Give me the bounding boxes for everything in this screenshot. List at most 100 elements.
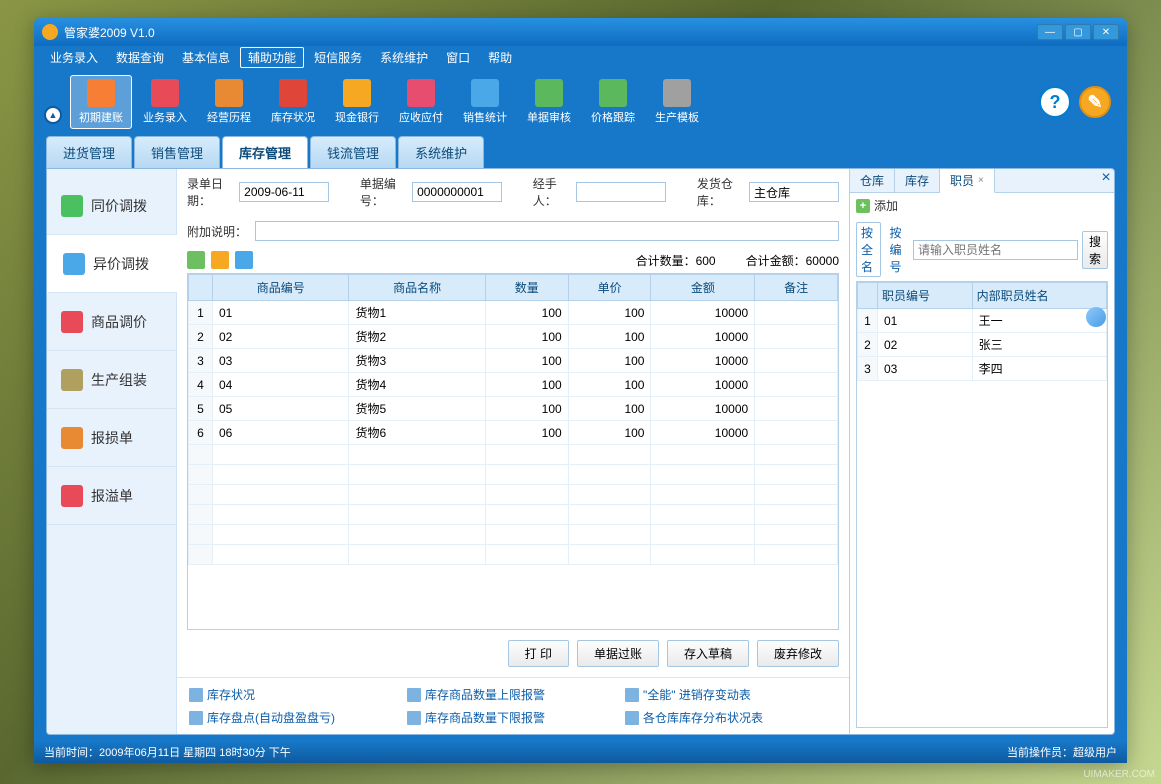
table-row-empty[interactable] (189, 505, 838, 525)
scroll-handle-icon[interactable] (1086, 307, 1106, 327)
search-by-code-link[interactable]: 按编号 (885, 223, 908, 276)
panel-tab-0[interactable]: 仓库 (850, 169, 895, 192)
toolbar-btn-2[interactable]: 经营历程 (198, 75, 260, 129)
action-btn-0[interactable]: 打 印 (508, 640, 569, 667)
column-header[interactable]: 内部职员姓名 (972, 283, 1106, 309)
toolbar-btn-0[interactable]: 初期建账 (70, 75, 132, 129)
menu-6[interactable]: 窗口 (438, 47, 478, 68)
main-tab-4[interactable]: 系统维护 (398, 136, 484, 168)
quick-link-5[interactable]: 各仓库库存分布状况表 (625, 709, 837, 726)
add-button[interactable]: + 添加 (856, 197, 898, 214)
menu-7[interactable]: 帮助 (480, 47, 520, 68)
main-grid[interactable]: 商品编号商品名称数量单价金额备注101货物110010010000202货物21… (187, 273, 839, 630)
sidebar-icon (61, 485, 83, 507)
action-btn-2[interactable]: 存入草稿 (667, 640, 749, 667)
table-row[interactable]: 303李四 (858, 357, 1107, 381)
table-row[interactable]: 202货物210010010000 (189, 325, 838, 349)
sidebar-item-5[interactable]: 报溢单 (47, 467, 176, 525)
quick-link-0[interactable]: 库存状况 (189, 686, 401, 703)
grid-tool-1-icon[interactable] (187, 251, 205, 269)
panel-grid[interactable]: 职员编号内部职员姓名101王一202张三303李四 (856, 281, 1108, 728)
search-button[interactable]: 搜索 (1082, 231, 1108, 269)
menu-4[interactable]: 短信服务 (306, 47, 370, 68)
sidebar-item-2[interactable]: 商品调价 (47, 293, 176, 351)
action-btn-3[interactable]: 废弃修改 (757, 640, 839, 667)
quick-link-3[interactable]: 库存商品数量下限报警 (407, 709, 619, 726)
toolbar-btn-9[interactable]: 生产模板 (646, 75, 708, 129)
toolbar-btn-4[interactable]: 现金银行 (326, 75, 388, 129)
menu-3[interactable]: 辅助功能 (240, 47, 304, 68)
toolbar-btn-7[interactable]: 单据审核 (518, 75, 580, 129)
main-tab-3[interactable]: 钱流管理 (310, 136, 396, 168)
quick-link-2[interactable]: 库存商品数量上限报警 (407, 686, 619, 703)
column-header[interactable]: 金额 (651, 275, 755, 301)
column-header[interactable]: 数量 (485, 275, 568, 301)
sidebar-item-1[interactable]: 异价调拨 (47, 235, 177, 293)
sidebar-item-0[interactable]: 同价调拨 (47, 177, 176, 235)
panel-tab-1[interactable]: 库存 (895, 169, 940, 192)
table-row[interactable]: 202张三 (858, 333, 1107, 357)
grid-tool-2-icon[interactable] (211, 251, 229, 269)
table-row-empty[interactable] (189, 485, 838, 505)
table-row[interactable]: 606货物610010010000 (189, 421, 838, 445)
handler-input[interactable] (576, 182, 666, 202)
toolbar-icon (279, 79, 307, 107)
column-header[interactable]: 职员编号 (878, 283, 973, 309)
column-header[interactable] (858, 283, 878, 309)
close-button[interactable]: ✕ (1093, 24, 1119, 40)
help-button[interactable]: ? (1039, 86, 1071, 118)
sidebar-icon (61, 369, 83, 391)
panel-tab-2[interactable]: 职员 × (940, 169, 995, 193)
search-input[interactable] (913, 240, 1078, 260)
table-row[interactable]: 404货物410010010000 (189, 373, 838, 397)
sidebar-item-3[interactable]: 生产组装 (47, 351, 176, 409)
table-row[interactable]: 303货物310010010000 (189, 349, 838, 373)
table-row[interactable]: 101王一 (858, 309, 1107, 333)
panel-tabs: 仓库库存职员 × × (850, 169, 1114, 193)
toolbar-btn-5[interactable]: 应收应付 (390, 75, 452, 129)
note-input[interactable] (255, 221, 839, 241)
grid-tool-3-icon[interactable] (235, 251, 253, 269)
toolbar-btn-3[interactable]: 库存状况 (262, 75, 324, 129)
warehouse-input[interactable] (749, 182, 839, 202)
maximize-button[interactable]: ▢ (1065, 24, 1091, 40)
table-row-empty[interactable] (189, 465, 838, 485)
main-tab-0[interactable]: 进货管理 (46, 136, 132, 168)
menu-1[interactable]: 数据查询 (108, 47, 172, 68)
main-tab-2[interactable]: 库存管理 (222, 136, 308, 168)
table-row-empty[interactable] (189, 545, 838, 565)
entry-date-input[interactable] (239, 182, 329, 202)
menu-2[interactable]: 基本信息 (174, 47, 238, 68)
toolbar-btn-6[interactable]: 销售统计 (454, 75, 516, 129)
column-header[interactable] (189, 275, 213, 301)
content-area: 同价调拨异价调拨商品调价生产组装报损单报溢单 录单日期： 单据编号： 经手人： … (46, 168, 1115, 735)
sidebar-item-4[interactable]: 报损单 (47, 409, 176, 467)
table-row-empty[interactable] (189, 445, 838, 465)
menu-5[interactable]: 系统维护 (372, 47, 436, 68)
column-header[interactable]: 备注 (755, 275, 838, 301)
toolbar-btn-1[interactable]: 业务录入 (134, 75, 196, 129)
main-tab-1[interactable]: 销售管理 (134, 136, 220, 168)
sidebar-icon (61, 427, 83, 449)
table-row[interactable]: 505货物510010010000 (189, 397, 838, 421)
handler-label: 经手人： (533, 175, 568, 209)
panel-close-button[interactable]: × (1098, 169, 1114, 192)
column-header[interactable]: 单价 (568, 275, 651, 301)
search-by-name-link[interactable]: 按全名 (856, 222, 881, 277)
gold-action-button[interactable]: ✎ (1079, 86, 1111, 118)
main-tabs: 进货管理销售管理库存管理钱流管理系统维护 (34, 138, 1127, 168)
table-row[interactable]: 101货物110010010000 (189, 301, 838, 325)
quick-link-4[interactable]: "全能" 进销存变动表 (625, 686, 837, 703)
minimize-button[interactable]: — (1037, 24, 1063, 40)
action-btn-1[interactable]: 单据过账 (577, 640, 659, 667)
toolbar-icon (471, 79, 499, 107)
titlebar[interactable]: 管家婆2009 V1.0 — ▢ ✕ (34, 18, 1127, 46)
doc-no-input[interactable] (412, 182, 502, 202)
collapse-toolbar-button[interactable]: ▲ (44, 106, 62, 124)
toolbar-btn-8[interactable]: 价格跟踪 (582, 75, 644, 129)
menu-0[interactable]: 业务录入 (42, 47, 106, 68)
table-row-empty[interactable] (189, 525, 838, 545)
column-header[interactable]: 商品名称 (349, 275, 485, 301)
column-header[interactable]: 商品编号 (213, 275, 349, 301)
quick-link-1[interactable]: 库存盘点(自动盘盈盘亏) (189, 709, 401, 726)
